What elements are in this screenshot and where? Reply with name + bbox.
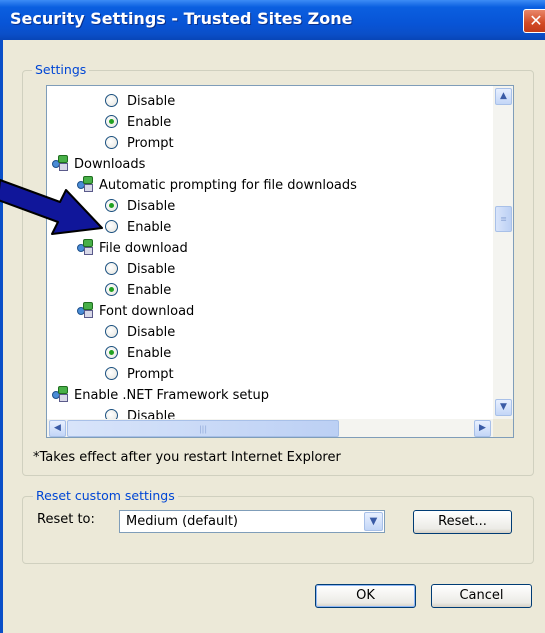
reset-to-label: Reset to: [37, 512, 95, 527]
annotation-arrow-icon [0, 179, 103, 235]
security-settings-dialog: Security Settings - Trusted Sites Zone ✕… [0, 0, 545, 633]
tree-setting-file-download: File download [77, 238, 188, 259]
option-label: Enable [127, 220, 172, 235]
horizontal-scroll-thumb[interactable]: ||| [67, 420, 339, 437]
option-label: Enable [127, 283, 172, 298]
tree-radio-option[interactable]: Disable [105, 406, 175, 419]
settings-legend: Settings [32, 62, 90, 77]
window-title: Security Settings - Trusted Sites Zone [10, 9, 353, 28]
tree-radio-option[interactable]: Disable [105, 259, 175, 280]
settings-icon [77, 239, 93, 255]
tree-category-net-framework: Enable .NET Framework setup [52, 385, 269, 406]
tree-radio-option[interactable]: Enable [105, 343, 171, 364]
option-label: Disable [127, 199, 176, 214]
grip-icon: ||| [198, 424, 208, 433]
option-label: Disable [127, 325, 176, 340]
vertical-scrollbar[interactable]: ▲ ≡ ▼ [493, 86, 513, 419]
settings-icon [77, 302, 93, 318]
tree-radio-option[interactable]: Disable [105, 91, 175, 112]
option-label: Enable [127, 346, 172, 361]
reset-button[interactable]: Reset... [413, 510, 512, 534]
tree-radio-option[interactable]: Disable [105, 322, 175, 343]
setting-label: Font download [99, 304, 195, 319]
grip-icon: ≡ [500, 214, 507, 224]
vertical-scroll-thumb[interactable]: ≡ [495, 206, 512, 232]
close-button[interactable]: ✕ [523, 9, 545, 33]
radio-button-checked[interactable] [105, 346, 118, 359]
radio-button[interactable] [105, 367, 118, 380]
tree-setting-auto-prompt: Automatic prompting for file downloads [77, 175, 357, 196]
tree-radio-option[interactable]: Enable [105, 217, 171, 238]
tree-radio-option[interactable]: Enable [105, 112, 171, 133]
restart-note: *Takes effect after you restart Internet… [33, 450, 341, 465]
reset-level-value: Medium (default) [126, 514, 238, 529]
ok-button[interactable]: OK [315, 584, 416, 608]
chevron-down-icon[interactable]: ▼ [364, 512, 383, 531]
tree-radio-option[interactable]: Enable [105, 280, 171, 301]
option-label: Disable [127, 262, 176, 277]
scroll-left-button[interactable]: ◀ [49, 420, 66, 437]
chevron-left-icon: ◀ [54, 423, 61, 433]
chevron-up-icon: ▲ [500, 91, 507, 101]
settings-tree-content: Disable Enable Prompt Downloads Automati… [47, 86, 493, 419]
tree-setting-font-download: Font download [77, 301, 194, 322]
settings-icon [52, 386, 68, 402]
setting-label: File download [99, 241, 188, 256]
radio-button[interactable] [105, 136, 118, 149]
reset-level-dropdown[interactable]: Medium (default) ▼ [119, 510, 385, 533]
close-icon: ✕ [529, 11, 543, 30]
option-label: Disable [127, 94, 176, 109]
option-label: Enable [127, 115, 172, 130]
settings-tree-list[interactable]: Disable Enable Prompt Downloads Automati… [46, 85, 514, 438]
radio-button-checked[interactable] [105, 115, 118, 128]
radio-button-checked[interactable] [105, 283, 118, 296]
tree-radio-option[interactable]: Disable [105, 196, 175, 217]
option-label: Disable [127, 409, 176, 419]
option-label: Prompt [127, 367, 174, 382]
radio-button[interactable] [105, 409, 118, 419]
scroll-up-button[interactable]: ▲ [495, 88, 512, 105]
radio-button[interactable] [105, 262, 118, 275]
cancel-button[interactable]: Cancel [431, 584, 532, 608]
category-label: Enable .NET Framework setup [74, 388, 270, 403]
tree-radio-option[interactable]: Prompt [105, 364, 174, 385]
reset-legend: Reset custom settings [33, 488, 178, 503]
scroll-right-button[interactable]: ▶ [474, 420, 491, 437]
scrollbar-corner [493, 419, 513, 437]
radio-button[interactable] [105, 94, 118, 107]
option-label: Prompt [127, 136, 174, 151]
radio-button[interactable] [105, 325, 118, 338]
window-border [0, 40, 3, 633]
horizontal-scrollbar[interactable]: ◀ ||| ▶ [47, 419, 493, 437]
chevron-right-icon: ▶ [479, 423, 486, 433]
title-bar[interactable]: Security Settings - Trusted Sites Zone ✕ [0, 0, 545, 40]
tree-radio-option[interactable]: Prompt [105, 133, 174, 154]
chevron-down-icon: ▼ [500, 402, 507, 412]
scroll-down-button[interactable]: ▼ [495, 399, 512, 416]
setting-label: Automatic prompting for file downloads [99, 178, 357, 193]
